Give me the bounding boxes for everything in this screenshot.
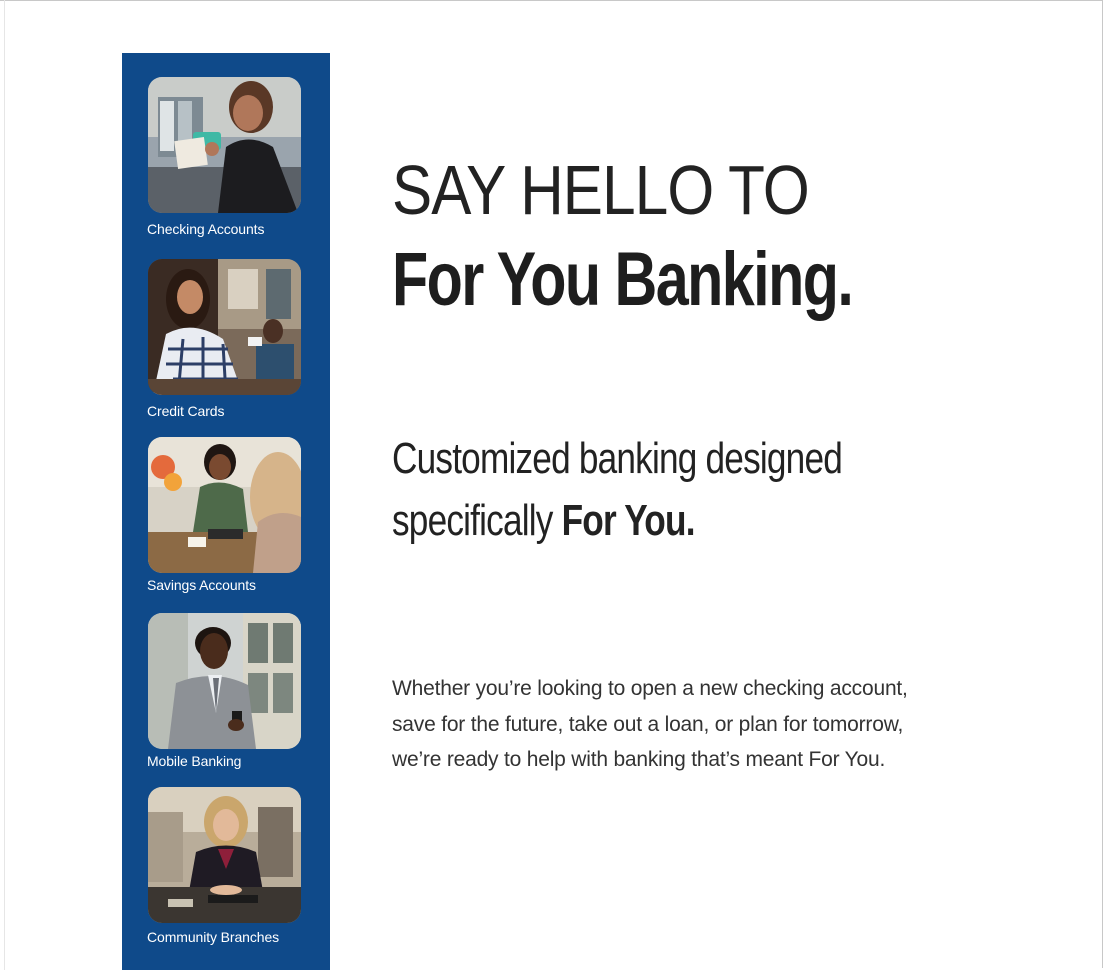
subheading-line2-bold: For You. [561, 496, 696, 545]
woman-at-counter-photo [148, 259, 301, 395]
sidebar-item-savings-accounts[interactable]: Savings Accounts [147, 577, 256, 593]
subheading: Customized banking designed specifically… [392, 428, 843, 552]
hero-title-line1: SAY HELLO TO [392, 151, 810, 229]
subheading-line2-prefix: specifically [392, 496, 562, 545]
sidebar-item-credit-cards[interactable]: Credit Cards [147, 403, 224, 419]
sidebar-item-checking-accounts[interactable]: Checking Accounts [147, 221, 264, 237]
man-with-phone-photo [148, 613, 301, 749]
woman-with-phone-photo [148, 77, 301, 213]
hero-title-line2: For You Banking. [392, 237, 854, 322]
intro-paragraph: Whether you’re looking to open a new che… [392, 677, 908, 771]
sidebar-item-credit-cards-image[interactable] [148, 259, 301, 395]
sidebar-item-community-branches-image[interactable] [148, 787, 301, 923]
teller-with-customer-photo [148, 437, 301, 573]
sidebar-item-checking-accounts-image[interactable] [148, 77, 301, 213]
sidebar-item-mobile-banking[interactable]: Mobile Banking [147, 753, 241, 769]
sidebar-item-mobile-banking-image[interactable] [148, 613, 301, 749]
subheading-line2: specifically For You. [392, 490, 842, 552]
sidebar-nav: Checking Accounts Credit Cards Savings A… [122, 53, 330, 970]
banker-at-desk-photo [148, 787, 301, 923]
sidebar-item-savings-accounts-image[interactable] [148, 437, 301, 573]
sidebar-item-community-branches[interactable]: Community Branches [147, 929, 279, 945]
divider [4, 0, 5, 970]
subheading-line1: Customized banking designed [392, 434, 843, 483]
